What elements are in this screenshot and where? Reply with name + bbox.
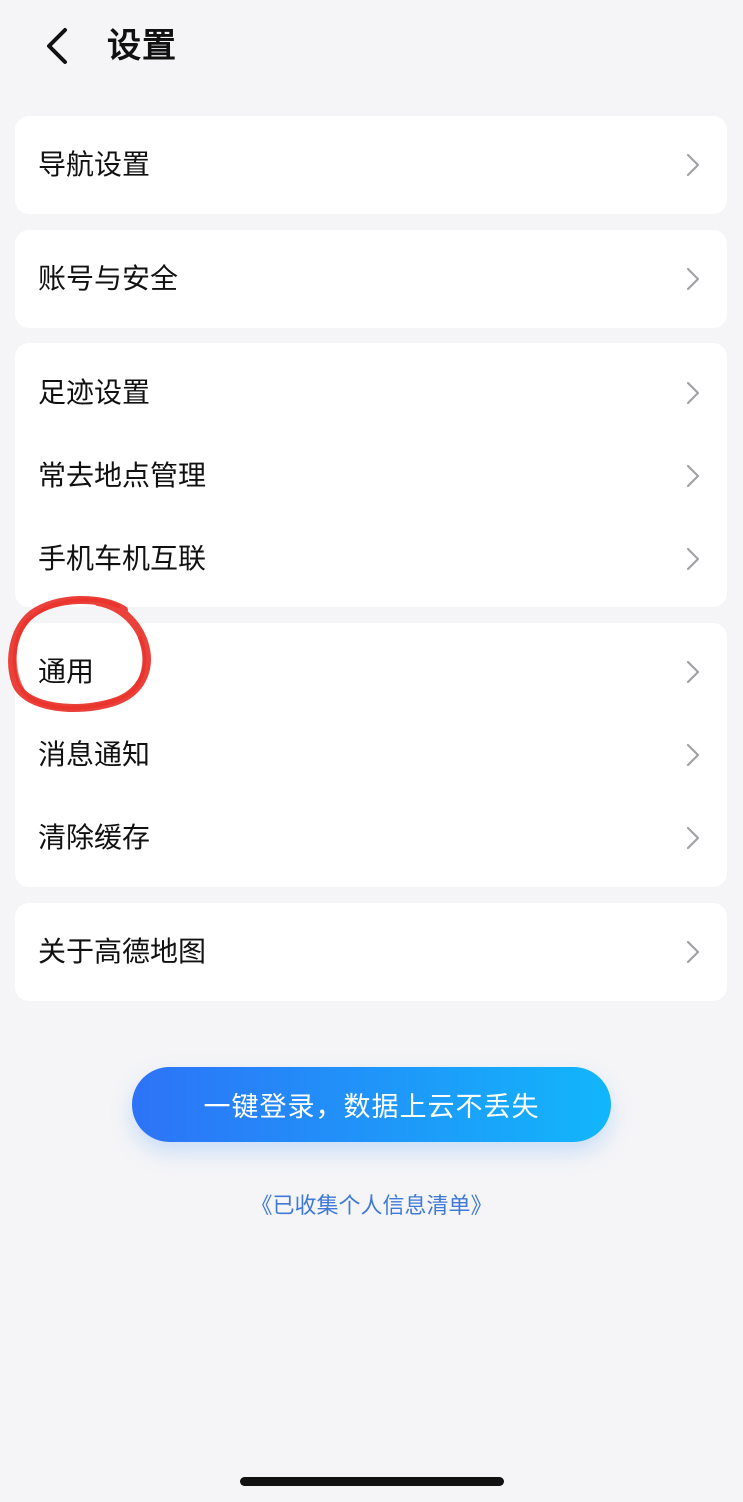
menu-item-label: 手机车机互联 <box>38 542 207 575</box>
menu-item-footprint-settings[interactable]: 足迹设置 <box>15 363 727 423</box>
chevron-right-icon <box>686 464 700 488</box>
menu-item-label: 通用 <box>38 655 95 688</box>
back-button[interactable] <box>36 24 80 68</box>
chevron-left-icon <box>47 28 67 64</box>
menu-item-label: 关于高德地图 <box>38 935 207 968</box>
menu-item-navigation-settings[interactable]: 导航设置 <box>15 135 727 195</box>
settings-card-about: 关于高德地图 <box>15 903 727 1001</box>
menu-item-label: 足迹设置 <box>38 376 151 409</box>
chevron-right-icon <box>686 826 700 850</box>
chevron-right-icon <box>686 547 700 571</box>
personal-info-list-link[interactable]: 《已收集个人信息清单》 <box>0 1191 743 1223</box>
one-click-login-button[interactable]: 一键登录，数据上云不丢失 <box>132 1067 611 1142</box>
settings-card-places: 足迹设置 常去地点管理 手机车机互联 <box>15 343 727 607</box>
settings-card-navigation: 导航设置 <box>15 116 727 214</box>
menu-item-phone-car-link[interactable]: 手机车机互联 <box>15 529 727 589</box>
menu-item-account-security[interactable]: 账号与安全 <box>15 249 727 309</box>
menu-item-frequent-places[interactable]: 常去地点管理 <box>15 446 727 506</box>
settings-card-account: 账号与安全 <box>15 230 727 328</box>
menu-item-label: 常去地点管理 <box>38 459 207 492</box>
chevron-right-icon <box>686 940 700 964</box>
home-indicator[interactable] <box>240 1477 504 1486</box>
menu-item-label: 清除缓存 <box>38 821 151 854</box>
header: 设置 <box>0 0 743 95</box>
chevron-right-icon <box>686 267 700 291</box>
menu-item-notifications[interactable]: 消息通知 <box>15 725 727 785</box>
chevron-right-icon <box>686 660 700 684</box>
menu-item-about[interactable]: 关于高德地图 <box>15 922 727 982</box>
menu-item-general[interactable]: 通用 <box>15 642 727 702</box>
chevron-right-icon <box>686 153 700 177</box>
chevron-right-icon <box>686 743 700 767</box>
menu-item-label: 消息通知 <box>38 738 151 771</box>
page-title: 设置 <box>107 26 177 66</box>
menu-item-clear-cache[interactable]: 清除缓存 <box>15 808 727 868</box>
chevron-right-icon <box>686 381 700 405</box>
menu-item-label: 导航设置 <box>38 148 151 181</box>
login-button-label: 一键登录，数据上云不丢失 <box>203 1092 540 1123</box>
settings-card-general: 通用 消息通知 清除缓存 <box>15 623 727 887</box>
menu-item-label: 账号与安全 <box>38 262 179 295</box>
